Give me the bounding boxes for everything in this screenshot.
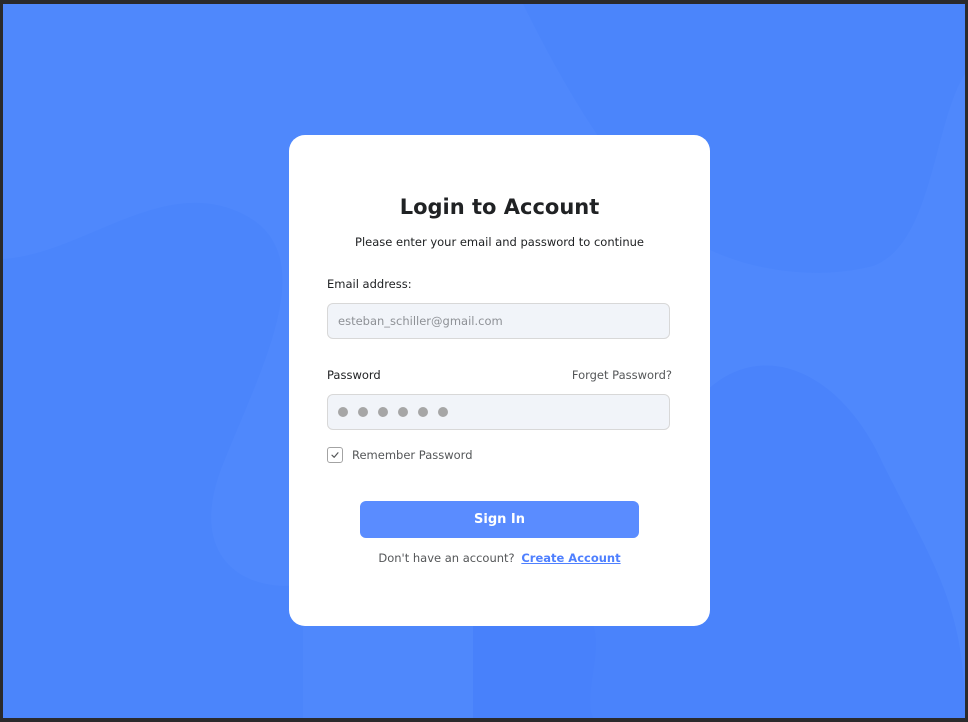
login-card: Login to Account Please enter your email… <box>289 135 710 626</box>
password-dot-icon <box>418 407 428 417</box>
login-screen: Login to Account Please enter your email… <box>3 4 965 718</box>
password-dot-icon <box>358 407 368 417</box>
background-blob-bottom-center <box>473 624 596 718</box>
no-account-text: Don't have an account? <box>378 551 515 565</box>
password-dot-icon <box>338 407 348 417</box>
password-dot-icon <box>378 407 388 417</box>
email-field-container <box>327 303 670 339</box>
password-field[interactable] <box>327 394 670 430</box>
create-account-prompt: Don't have an account? Create Account <box>289 551 710 565</box>
password-dot-icon <box>438 407 448 417</box>
remember-checkbox[interactable] <box>327 447 343 463</box>
page-title: Login to Account <box>399 195 600 219</box>
background-blob-left <box>3 202 303 718</box>
password-label: Password <box>327 368 381 382</box>
remember-password-label: Remember Password <box>352 448 473 462</box>
page-subtitle: Please enter your email and password to … <box>355 235 644 249</box>
email-label: Email address: <box>327 277 412 291</box>
email-field[interactable] <box>328 304 669 338</box>
check-icon <box>331 452 339 458</box>
password-dot-icon <box>398 407 408 417</box>
remember-password-toggle[interactable]: Remember Password <box>327 447 473 463</box>
forgot-password-link[interactable]: Forget Password? <box>572 368 672 382</box>
sign-in-button[interactable]: Sign In <box>360 501 639 538</box>
create-account-link[interactable]: Create Account <box>521 551 620 565</box>
password-dots <box>338 407 458 417</box>
